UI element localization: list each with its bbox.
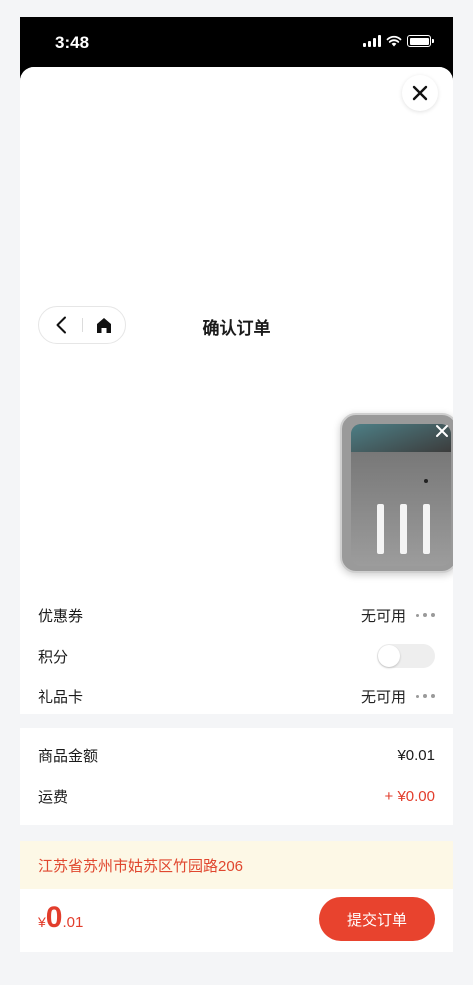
price-integer: 0 [45, 901, 63, 934]
shipping-label: 运费 [38, 788, 69, 806]
giftcard-value: 无可用 [360, 688, 406, 706]
coupon-row[interactable]: 优惠券 无可用 [38, 605, 435, 625]
header-area: 确认订单 [20, 67, 453, 597]
discount-section: 优惠券 无可用 积分 礼品卡 无可用 [20, 597, 453, 714]
price-currency: ¥ [38, 914, 46, 930]
points-label: 积分 [38, 648, 69, 666]
shipping-row: 运费 + ¥0.00 [38, 786, 435, 806]
wifi-icon [386, 35, 402, 47]
close-video-button[interactable] [432, 421, 452, 441]
goods-amount-label: 商品金额 [38, 747, 99, 765]
status-time: 3:48 [55, 33, 90, 52]
signal-icon [363, 35, 381, 47]
shipping-value: + ¥0.00 [384, 787, 435, 805]
coupon-value: 无可用 [360, 607, 406, 625]
page-title: 确认订单 [202, 319, 271, 338]
close-icon [436, 425, 448, 437]
battery-icon [407, 35, 434, 47]
goods-amount-row: 商品金额 ¥0.01 [38, 745, 435, 765]
points-row: 积分 [38, 644, 435, 668]
more-dots-icon[interactable] [416, 613, 435, 617]
goods-amount-value: ¥0.01 [397, 746, 435, 764]
points-toggle[interactable] [377, 644, 435, 668]
status-icons [363, 35, 434, 47]
order-sheet: 确认订单 优惠券 无可用 积分 礼品卡 无可用 商品金额 ¥0.01 运费 + … [20, 67, 453, 952]
phone-screen: 3:48 确认订单 优惠券 无可用 积分 礼品卡 无可用 商品金额 ¥0.01 … [20, 17, 453, 952]
video-thumbnail [351, 424, 451, 566]
total-price: ¥ 0 .01 [38, 902, 83, 934]
giftcard-row[interactable]: 礼品卡 无可用 [38, 686, 435, 706]
more-dots-icon[interactable] [416, 694, 435, 698]
price-summary-section: 商品金额 ¥0.01 运费 + ¥0.00 [20, 728, 453, 825]
checkout-footer: ¥ 0 .01 提交订单 [20, 889, 453, 952]
close-icon [412, 85, 428, 101]
coupon-label: 优惠券 [38, 607, 84, 625]
close-button[interactable] [402, 75, 438, 111]
shipping-address[interactable]: 江苏省苏州市姑苏区竹园路206 [20, 841, 453, 889]
giftcard-label: 礼品卡 [38, 688, 84, 706]
submit-order-button[interactable]: 提交订单 [319, 897, 435, 941]
floating-video-window[interactable] [340, 413, 453, 573]
price-decimal: .01 [62, 914, 84, 931]
